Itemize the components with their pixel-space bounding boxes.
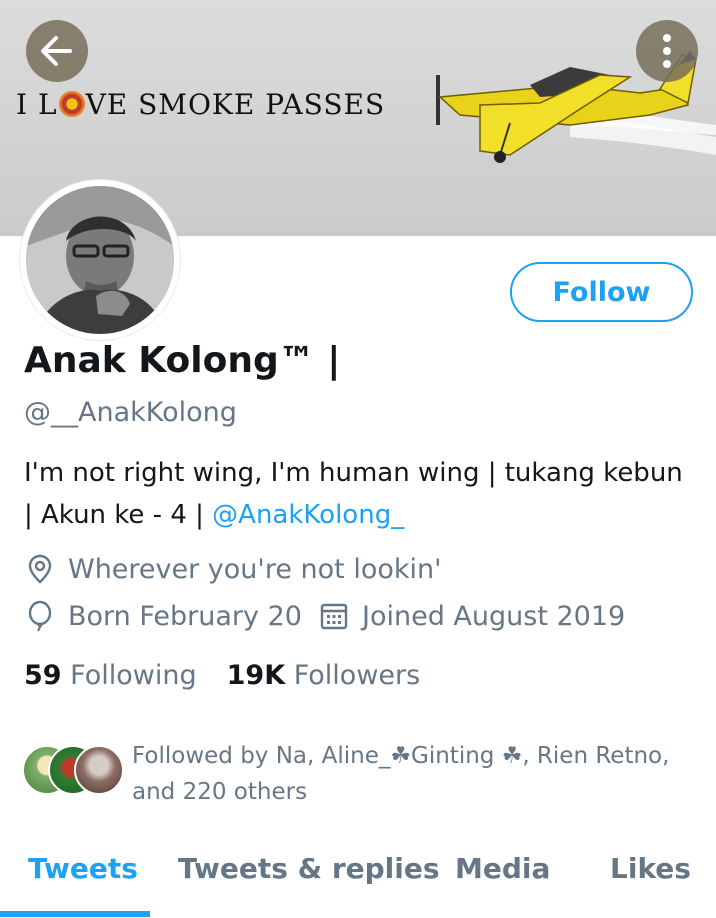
location-text: Wherever you're not lookin' [68, 553, 442, 585]
tab-media[interactable]: Media [455, 852, 550, 885]
profile-birthday: Born February 20 [24, 600, 302, 632]
location-pin-icon [24, 553, 56, 585]
more-options-button[interactable] [636, 20, 698, 82]
joined-text: Joined August 2019 [362, 600, 626, 632]
following-count: 59 [24, 660, 62, 691]
follower-avatar [74, 745, 124, 795]
profile-avatar[interactable] [20, 180, 180, 340]
balloon-icon [24, 600, 56, 632]
profile-location: Wherever you're not lookin' [24, 553, 442, 585]
profile-stats: 59 Following 19K Followers [24, 660, 420, 691]
followers-you-know-avatars[interactable] [22, 745, 126, 797]
back-button[interactable] [26, 20, 88, 82]
tab-likes[interactable]: Likes [610, 852, 691, 885]
more-vertical-icon [663, 34, 671, 68]
tab-tweets-replies[interactable]: Tweets & replies [178, 852, 440, 885]
profile-joined-date: Joined August 2019 [318, 600, 625, 632]
following-link[interactable]: 59 Following [24, 660, 197, 691]
calendar-icon [318, 600, 350, 632]
profile-name: Anak Kolong™ | [24, 340, 341, 381]
profile-tabs: Tweets Tweets & replies Media Likes [0, 840, 716, 918]
banner-caption: I L VE SMOKE PASSES [16, 88, 386, 121]
following-label: Following [70, 660, 197, 691]
followers-link[interactable]: 19K Followers [227, 660, 421, 691]
bio-mention-link[interactable]: @AnakKolong_ [212, 500, 404, 530]
profile-bio: I'm not right wing, I'm human wing | tuk… [24, 452, 694, 536]
avatar-photo [26, 186, 174, 334]
profile-handle: @__AnakKolong [24, 397, 237, 428]
followers-label: Followers [293, 660, 421, 691]
tab-tweets[interactable]: Tweets [28, 852, 138, 885]
flower-icon [58, 91, 85, 117]
follow-button[interactable]: Follow [510, 262, 693, 322]
active-tab-indicator [0, 911, 150, 917]
birthday-text: Born February 20 [68, 600, 302, 632]
followers-count: 19K [226, 660, 286, 691]
followed-by-text[interactable]: Followed by Na, Aline_☘Ginting ☘, Rien R… [132, 738, 702, 810]
arrow-left-icon [41, 36, 72, 66]
